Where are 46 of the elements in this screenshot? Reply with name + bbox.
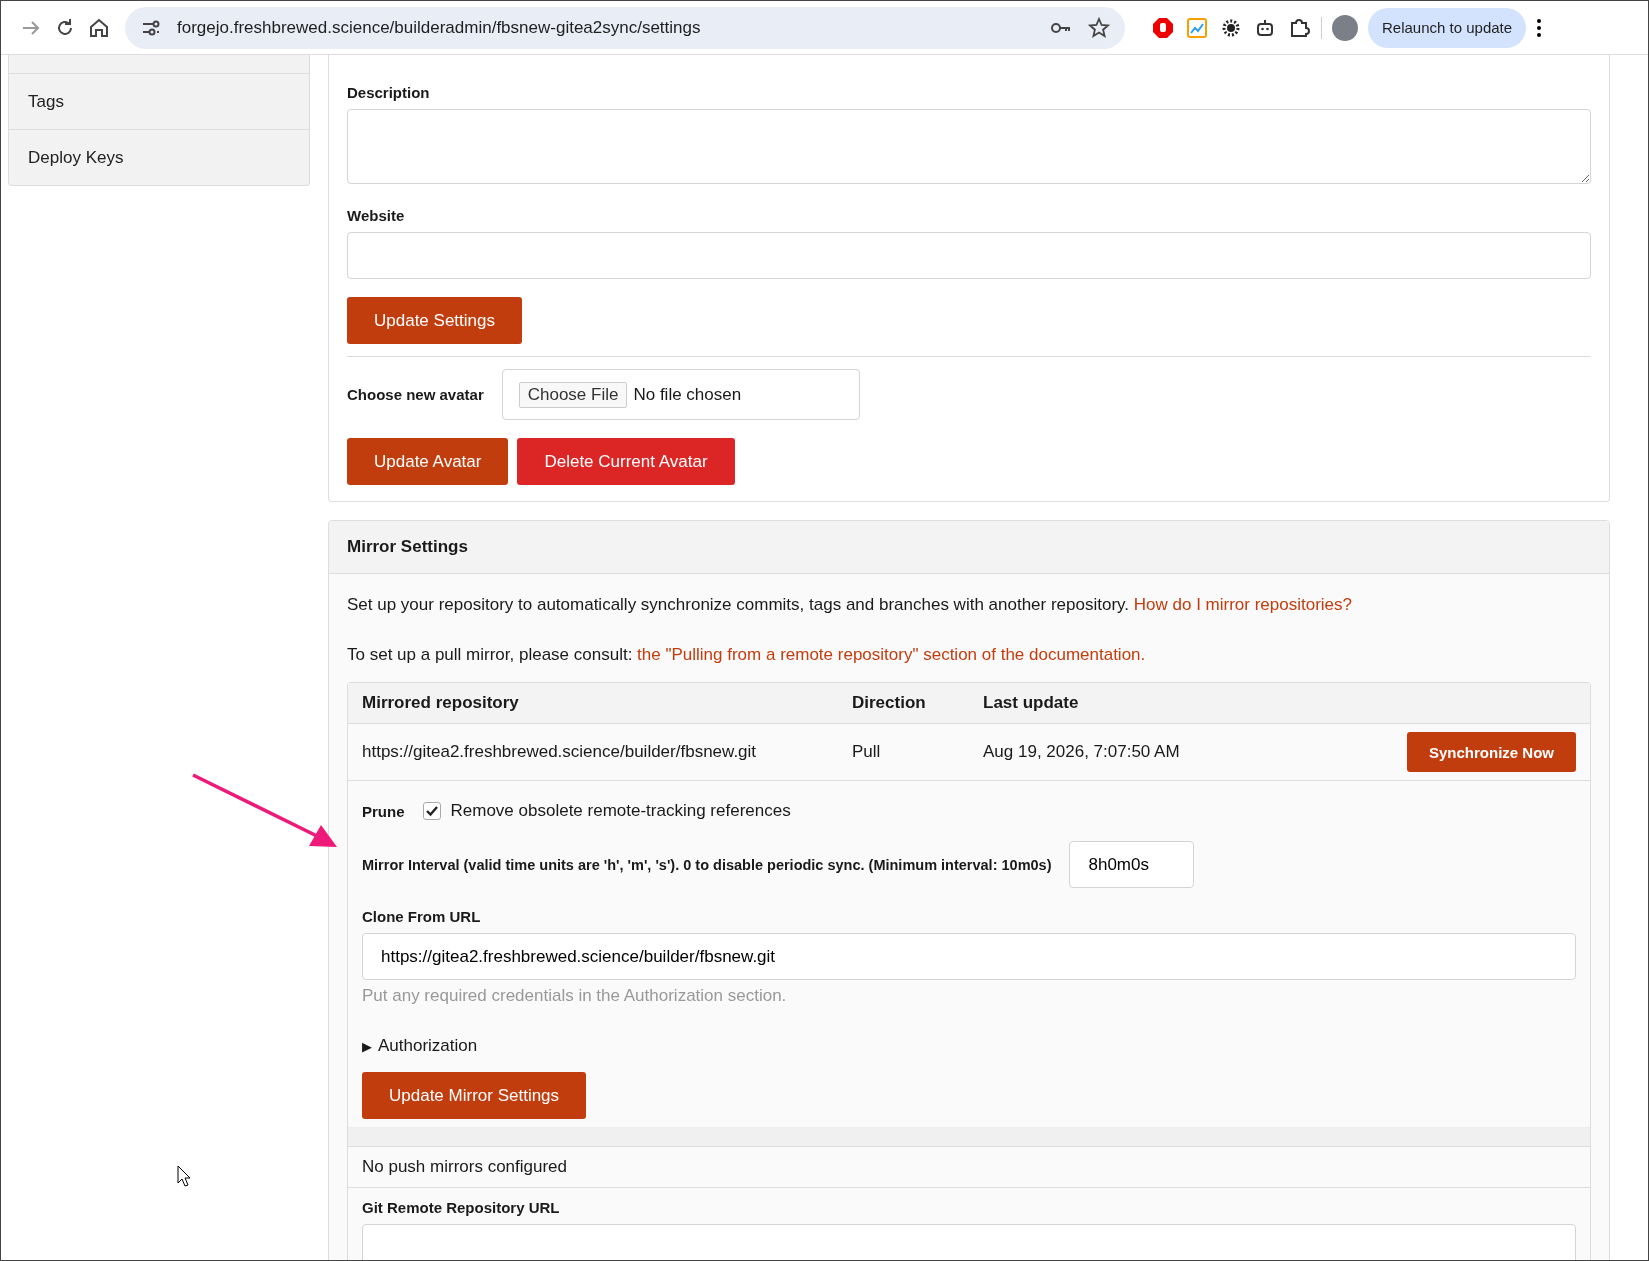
sidebar-item[interactable]: Deploy Keys	[9, 129, 309, 185]
column-header: Last update	[983, 693, 1080, 713]
checkbox[interactable]	[422, 802, 441, 820]
help-link[interactable]: How do I mirror repositories?	[1133, 595, 1353, 614]
field-label: Choose new avatar	[347, 386, 484, 403]
profile-avatar[interactable]	[1332, 14, 1358, 41]
column-header: Direction	[852, 693, 927, 713]
synchronize-button[interactable]: Synchronize Now	[1406, 732, 1576, 772]
update-mirror-button[interactable]: Update Mirror Settings	[362, 1072, 587, 1119]
update-avatar-button[interactable]: Update Avatar	[347, 438, 509, 485]
chart-extension-icon[interactable]	[1185, 15, 1209, 40]
field-label: Clone From URL	[362, 908, 482, 925]
field-label: Mirror Interval (valid time units are 'h', 'm', 's'). 0 to disable periodic sync. (Minimum interval: 10m0s)	[362, 856, 1052, 873]
intro-paragraph: Set up your repository to automatically synchronize commits, tags and branches with another repository. How do I mirror repositories?	[347, 594, 1354, 616]
cursor-icon	[177, 1165, 191, 1187]
file-status: No file chosen	[633, 384, 742, 405]
field-label: Git Remote Repository URL	[362, 1199, 560, 1216]
authorization-toggle[interactable]: ▶ Authorization	[362, 1036, 1576, 1056]
relaunch-button[interactable]: Relaunch to update	[1368, 7, 1527, 48]
update-settings-button[interactable]: Update Settings	[347, 297, 522, 344]
delete-avatar-button[interactable]: Delete Current Avatar	[517, 438, 735, 485]
field-label: Description	[347, 84, 430, 101]
sidebar-item[interactable]: Tags	[9, 73, 309, 129]
interval-field[interactable]: 8h0m0s	[1069, 841, 1195, 888]
field-label: Website	[347, 207, 405, 224]
website-field[interactable]	[347, 232, 1591, 279]
column-header: Mirrored repository	[362, 693, 520, 713]
description-field[interactable]	[347, 109, 1591, 184]
table-cell-text: https://gitea2.freshbrewed.science/builder/fbsnew.git	[362, 742, 758, 762]
clone-url-field[interactable]: https://gitea2.freshbrewed.science/builder/fbsnew.git	[362, 933, 1576, 980]
table-cell-text: Pull	[852, 742, 882, 762]
git-remote-field[interactable]	[362, 1224, 1576, 1260]
documentation-link[interactable]: the "Pulling from a remote repository" section of the documentation.	[637, 645, 1146, 664]
field-label: Prune	[362, 802, 405, 820]
choose-file-button[interactable]: Choose File	[518, 381, 628, 408]
pull-mirror-paragraph: To set up a pull mirror, please consult: the "Pulling from a remote repository" section of the documentation.	[347, 644, 1147, 666]
url-text: forgejo.freshbrewed.science/builderadmin/fbsnew-gitea2sync/settings	[177, 17, 702, 38]
address-bar[interactable]: forgejo.freshbrewed.science/builderadmin/fbsnew-gitea2sync/settings	[125, 6, 1125, 49]
more-icon[interactable]	[1536, 17, 1543, 38]
section-header: Mirror Settings	[329, 521, 1609, 574]
star-icon[interactable]	[1087, 15, 1111, 40]
disclosure-icon: ▶	[362, 1038, 372, 1054]
help-text: Put any required credentials in the Authorization section.	[362, 986, 788, 1006]
status-text: No push mirrors configured	[348, 1146, 1590, 1188]
table-cell-text: Aug 19, 2026, 7:07:50 AM	[983, 742, 1181, 762]
checkbox-label: Remove obsolete remote-tracking references	[450, 801, 791, 821]
